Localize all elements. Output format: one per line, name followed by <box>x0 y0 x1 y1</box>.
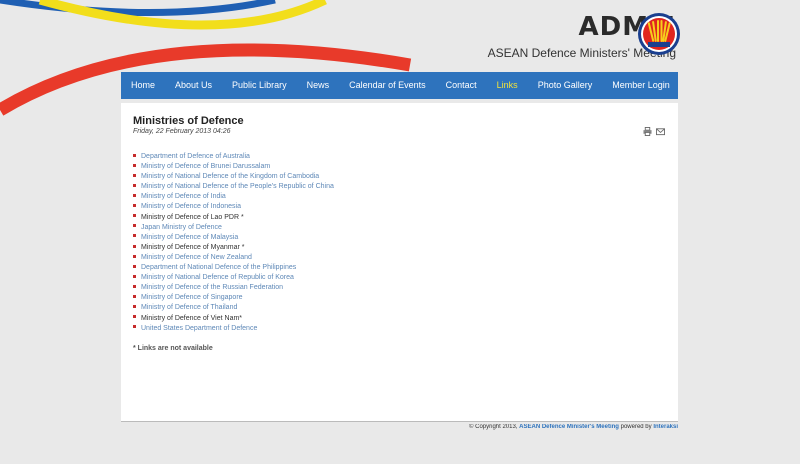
bullet-icon <box>133 153 136 157</box>
list-item: United States Department of Defence <box>133 324 334 334</box>
list-item: Ministry of National Defence of Republic… <box>133 273 334 283</box>
list-item: Ministry of National Defence of the King… <box>133 172 334 182</box>
nav-calendar-of-events[interactable]: Calendar of Events <box>339 72 436 99</box>
list-item: Ministry of Defence of the Russian Feder… <box>133 283 334 293</box>
ministry-link[interactable]: Ministry of Defence of Thailand <box>141 304 237 311</box>
ministry-link[interactable]: Ministry of Defence of New Zealand <box>141 254 252 261</box>
bullet-icon <box>133 284 136 288</box>
list-item: Ministry of Defence of Viet Nam* <box>133 314 334 324</box>
list-item: Ministry of Defence of Brunei Darussalam <box>133 162 334 172</box>
list-item: Ministry of National Defence of the Peop… <box>133 182 334 192</box>
bullet-icon <box>133 204 136 208</box>
ministry-link[interactable]: Ministry of Defence of Malaysia <box>141 234 238 241</box>
bullet-icon <box>133 194 136 198</box>
list-item: Department of National Defence of the Ph… <box>133 263 334 273</box>
bullet-icon <box>133 224 136 228</box>
ministry-link[interactable]: Department of National Defence of the Ph… <box>141 264 296 271</box>
footer: © Copyright 2013, ASEAN Defence Minister… <box>300 424 678 430</box>
ministry-text: Ministry of Defence of Viet Nam* <box>141 314 243 322</box>
list-item: Ministry of Defence of Thailand <box>133 303 334 313</box>
main-navigation: Home About Us Public Library News Calend… <box>121 72 678 99</box>
article-date: Friday, 22 February 2013 04:26 <box>133 128 231 135</box>
copyright-text: © Copyright 2013, <box>469 424 520 430</box>
list-item: Ministry of Defence of Lao PDR * <box>133 213 334 223</box>
ministry-link[interactable]: Ministry of National Defence of the King… <box>141 173 319 180</box>
list-item: Ministry of Defence of Malaysia <box>133 233 334 243</box>
ministry-link[interactable]: Ministry of Defence of Indonesia <box>141 203 241 210</box>
nav-photo-gallery[interactable]: Photo Gallery <box>528 72 603 99</box>
ministry-link[interactable]: Japan Ministry of Defence <box>141 224 222 231</box>
bullet-icon <box>133 325 136 329</box>
unavailable-note: * Links are not available <box>133 345 213 352</box>
ministry-text: Ministry of Defence of Lao PDR * <box>141 213 244 221</box>
list-item: Ministry of Defence of Singapore <box>133 293 334 303</box>
vendor-link[interactable]: Interaksi <box>653 424 678 430</box>
ministry-link[interactable]: United States Department of Defence <box>141 325 257 332</box>
bullet-icon <box>133 315 136 319</box>
bullet-icon <box>133 274 136 278</box>
bullet-icon <box>133 294 136 298</box>
bullet-icon <box>133 234 136 238</box>
nav-news[interactable]: News <box>297 72 340 99</box>
list-item: Japan Ministry of Defence <box>133 223 334 233</box>
ministry-link[interactable]: Ministry of Defence of Singapore <box>141 294 243 301</box>
nav-public-library[interactable]: Public Library <box>222 72 297 99</box>
site-link[interactable]: ASEAN Defence Minister's Meeting <box>519 424 619 430</box>
list-item: Ministry of Defence of Myanmar * <box>133 243 334 253</box>
bullet-icon <box>133 244 136 248</box>
nav-home[interactable]: Home <box>121 72 165 99</box>
asean-emblem-logo <box>638 13 680 55</box>
bullet-icon <box>133 264 136 268</box>
nav-links[interactable]: Links <box>487 72 528 99</box>
ministry-link-list: Department of Defence of Australia Minis… <box>133 152 334 334</box>
bullet-icon <box>133 254 136 258</box>
list-item: Ministry of Defence of New Zealand <box>133 253 334 263</box>
list-item: Ministry of Defence of India <box>133 192 334 202</box>
nav-contact[interactable]: Contact <box>436 72 487 99</box>
ministry-link[interactable]: Ministry of Defence of India <box>141 193 226 200</box>
bullet-icon <box>133 305 136 309</box>
bullet-icon <box>133 163 136 167</box>
footer-divider <box>121 421 678 422</box>
header-swoosh-graphic <box>0 0 412 116</box>
ministry-link[interactable]: Ministry of Defence of the Russian Feder… <box>141 284 283 291</box>
powered-by-text: powered by <box>618 424 654 430</box>
email-icon[interactable] <box>656 127 665 136</box>
nav-about-us[interactable]: About Us <box>165 72 222 99</box>
article-panel: Ministries of Defence Friday, 22 Februar… <box>121 103 678 421</box>
list-item: Ministry of Defence of Indonesia <box>133 202 334 212</box>
bullet-icon <box>133 214 136 218</box>
ministry-text: Ministry of Defence of Myanmar * <box>141 243 245 251</box>
bullet-icon <box>133 173 136 177</box>
ministry-link[interactable]: Department of Defence of Australia <box>141 153 250 160</box>
bullet-icon <box>133 183 136 187</box>
list-item: Department of Defence of Australia <box>133 152 334 162</box>
ministry-link[interactable]: Ministry of Defence of Brunei Darussalam <box>141 163 270 170</box>
ministry-link[interactable]: Ministry of National Defence of Republic… <box>141 274 294 281</box>
ministry-link[interactable]: Ministry of National Defence of the Peop… <box>141 183 334 190</box>
page-title: Ministries of Defence <box>133 115 244 127</box>
nav-member-login[interactable]: Member Login <box>602 72 680 99</box>
print-icon[interactable] <box>643 127 652 136</box>
